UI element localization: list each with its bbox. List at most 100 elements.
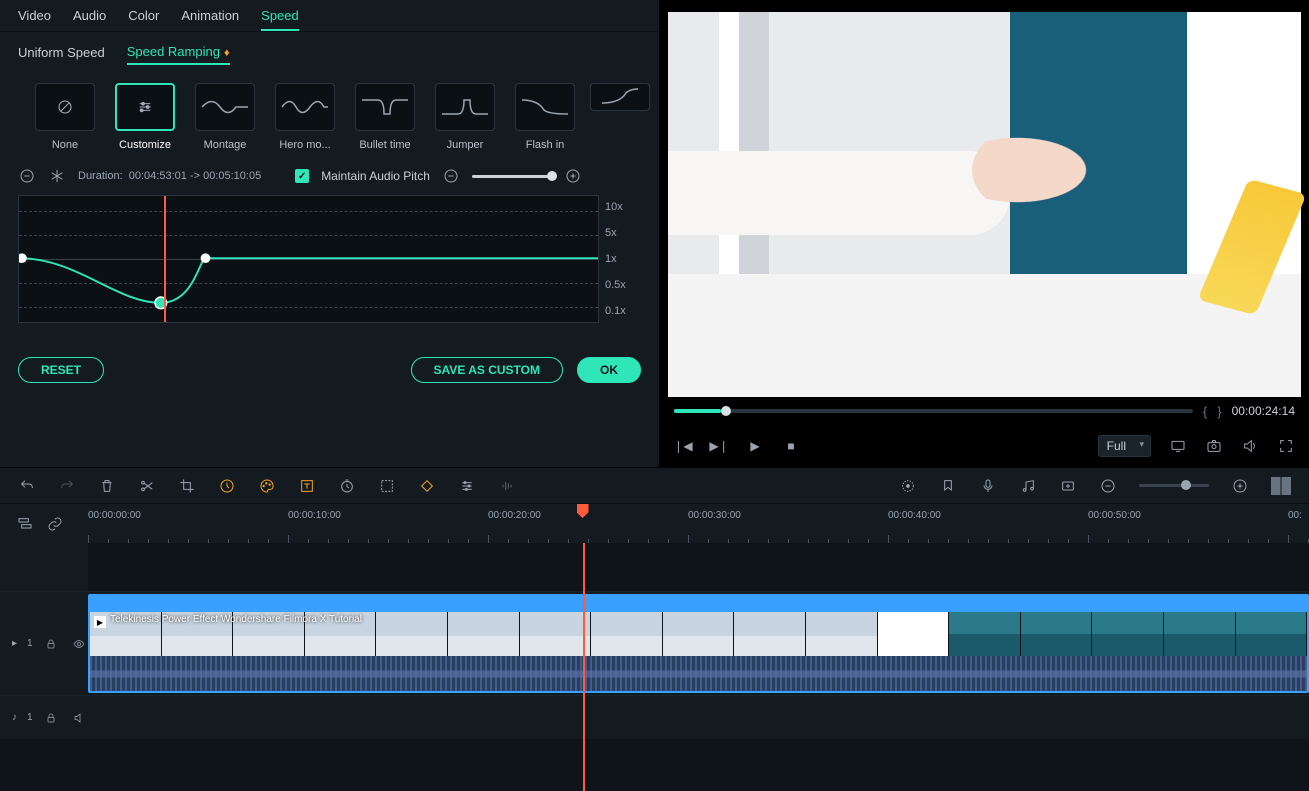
delete-icon[interactable] xyxy=(98,477,116,495)
audio-lock-icon[interactable] xyxy=(43,709,61,727)
video-track-icon: ▸ xyxy=(12,638,17,649)
ruler-time-label: 00:00:50:00 xyxy=(1088,510,1141,521)
mark-in-icon[interactable]: { xyxy=(1203,404,1207,419)
pitch-slider[interactable] xyxy=(472,175,552,178)
zoom-in-icon[interactable] xyxy=(1231,477,1249,495)
voiceover-icon[interactable] xyxy=(979,477,997,495)
duration-bar: Duration: 00:04:53:01 -> 00:05:10:05 ✓ M… xyxy=(0,161,659,191)
preview-panel: { } 00:00:24:14 ❘◀ ▶❘ ▶ ■ Full xyxy=(660,0,1309,467)
freeze-frame-icon[interactable] xyxy=(48,167,66,185)
ruler-time-label: 00:00:20:00 xyxy=(488,510,541,521)
adjust-icon[interactable] xyxy=(458,477,476,495)
quality-select[interactable]: Full xyxy=(1098,435,1151,457)
tab-color[interactable]: Color xyxy=(128,8,159,31)
playhead-head[interactable] xyxy=(577,504,589,518)
link-icon[interactable] xyxy=(46,515,64,533)
clip-thumbnail xyxy=(520,612,592,656)
preset-flash-in[interactable]: Flash in xyxy=(510,83,580,151)
text-tool-icon[interactable] xyxy=(298,477,316,495)
mixer-icon[interactable] xyxy=(1019,477,1037,495)
timeline-toolbar xyxy=(0,467,1309,503)
marker-icon[interactable] xyxy=(939,477,957,495)
speed-graph-area: 10x 5x 1x 0.5x 0.1x xyxy=(0,191,659,327)
ok-button[interactable]: OK xyxy=(577,357,641,383)
audio-track-icon: ♪ xyxy=(12,712,17,723)
undo-icon[interactable] xyxy=(18,477,36,495)
track-lock-icon[interactable] xyxy=(43,635,61,653)
speed-tool-icon[interactable] xyxy=(218,477,236,495)
ruler-time-label: 00: xyxy=(1288,510,1302,521)
audio-track-1: ♪1 xyxy=(0,695,1309,739)
tab-animation[interactable]: Animation xyxy=(181,8,239,31)
crop-icon[interactable] xyxy=(178,477,196,495)
save-as-custom-button[interactable]: SAVE AS CUSTOM xyxy=(411,357,563,383)
split-icon[interactable] xyxy=(138,477,156,495)
expand-icon[interactable] xyxy=(378,477,396,495)
split-view-icon[interactable] xyxy=(1271,477,1291,495)
preview-viewport[interactable] xyxy=(668,12,1301,397)
preset-hero-moment[interactable]: Hero mo... xyxy=(270,83,340,151)
ruler-time-label: 00:00:10:00 xyxy=(288,510,341,521)
pitch-decrease-icon[interactable] xyxy=(442,167,460,185)
clip-thumbnail xyxy=(448,612,520,656)
subtab-uniform-speed[interactable]: Uniform Speed xyxy=(18,45,105,64)
preset-more[interactable] xyxy=(590,83,640,151)
clip-thumbnail xyxy=(1021,612,1093,656)
duration-tool-icon[interactable] xyxy=(338,477,356,495)
remove-keyframe-icon[interactable] xyxy=(18,167,36,185)
clip-thumbnail xyxy=(949,612,1021,656)
preset-bullet-time[interactable]: Bullet time xyxy=(350,83,420,151)
clip-thumbnail xyxy=(1164,612,1236,656)
playback-slider[interactable] xyxy=(674,409,1193,413)
next-frame-icon[interactable]: ▶❘ xyxy=(710,437,728,455)
prev-frame-icon[interactable]: ❘◀ xyxy=(674,437,692,455)
preset-customize[interactable]: Customize xyxy=(110,83,180,151)
keyframe-tool-icon[interactable] xyxy=(418,477,436,495)
tab-speed[interactable]: Speed xyxy=(261,8,299,31)
speed-panel: Video Audio Color Animation Speed Unifor… xyxy=(0,0,660,467)
fullscreen-icon[interactable] xyxy=(1277,437,1295,455)
zoom-out-icon[interactable] xyxy=(1099,477,1117,495)
timeline-tracks: ▸1 ▶ Telekinesis Power Effect Wondershar… xyxy=(0,543,1309,791)
preset-none[interactable]: None xyxy=(30,83,100,151)
clip-play-icon: ▶ xyxy=(94,616,106,628)
panel-tabs: Video Audio Color Animation Speed xyxy=(0,0,659,32)
maintain-audio-checkbox[interactable]: ✓ xyxy=(295,169,309,183)
play-icon[interactable]: ▶ xyxy=(746,437,764,455)
snapshot-icon[interactable] xyxy=(1205,437,1223,455)
timeline-ruler[interactable]: 00:00:00:0000:00:10:0000:00:20:0000:00:3… xyxy=(88,504,1309,543)
track-visibility-icon[interactable] xyxy=(70,635,88,653)
render-icon[interactable] xyxy=(899,477,917,495)
clip-thumbnail xyxy=(806,612,878,656)
audio-tool-icon[interactable] xyxy=(498,477,516,495)
audio-mute-icon[interactable] xyxy=(70,709,88,727)
speed-graph[interactable] xyxy=(18,195,599,323)
track-manager-icon[interactable] xyxy=(16,515,34,533)
tab-video[interactable]: Video xyxy=(18,8,51,31)
pitch-increase-icon[interactable] xyxy=(564,167,582,185)
preset-jumper[interactable]: Jumper xyxy=(430,83,500,151)
ruler-time-label: 00:00:40:00 xyxy=(888,510,941,521)
tab-audio[interactable]: Audio xyxy=(73,8,106,31)
speed-curve xyxy=(19,196,598,320)
graph-y-labels: 10x 5x 1x 0.5x 0.1x xyxy=(605,195,641,323)
mark-out-icon[interactable]: } xyxy=(1217,404,1221,419)
montage-curve-icon xyxy=(200,92,250,122)
clip-thumbnail xyxy=(591,612,663,656)
color-tool-icon[interactable] xyxy=(258,477,276,495)
graph-playhead[interactable] xyxy=(164,196,166,322)
reset-button[interactable]: RESET xyxy=(18,357,104,383)
video-clip[interactable]: ▶ Telekinesis Power Effect Wondershare F… xyxy=(88,594,1309,693)
subtab-speed-ramping[interactable]: Speed Ramping♦ xyxy=(127,44,230,65)
zoom-slider[interactable] xyxy=(1139,484,1209,487)
volume-icon[interactable] xyxy=(1241,437,1259,455)
timeline-playhead[interactable] xyxy=(583,543,585,791)
display-icon[interactable] xyxy=(1169,437,1187,455)
stop-icon[interactable]: ■ xyxy=(782,437,800,455)
redo-icon[interactable] xyxy=(58,477,76,495)
preset-montage[interactable]: Montage xyxy=(190,83,260,151)
panel-buttons: RESET SAVE AS CUSTOM OK xyxy=(0,327,659,393)
add-media-icon[interactable] xyxy=(1059,477,1077,495)
sliders-icon xyxy=(137,99,153,115)
speed-presets: None Customize Montage Hero mo... Bullet… xyxy=(0,73,659,151)
